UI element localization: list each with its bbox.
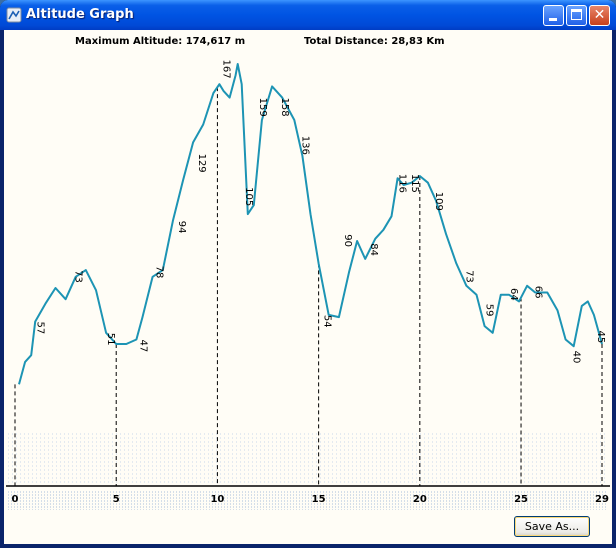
altitude-data-label: 115 — [409, 174, 420, 193]
altitude-data-label: 94 — [176, 221, 187, 234]
altitude-data-label: 84 — [368, 243, 379, 256]
altitude-chart: 0 5 10 15 20 25 29 57 73 51 47 78 94 129 167 105 159 158 1… — [6, 59, 610, 510]
x-tick-label: 10 — [210, 494, 224, 505]
altitude-data-label: 59 — [484, 304, 495, 317]
close-button[interactable]: ✕ — [589, 5, 610, 26]
graph-panel: Maximum Altitude: 174,617 m Total Distan… — [4, 30, 612, 544]
altitude-data-label: 105 — [243, 187, 254, 206]
x-tick-label: 20 — [413, 494, 427, 505]
title-bar[interactable]: Altitude Graph ✕ — [0, 0, 616, 30]
altitude-data-label: 47 — [137, 339, 148, 352]
minimize-button[interactable] — [543, 5, 564, 26]
altitude-data-label: 66 — [532, 286, 543, 299]
close-icon: ✕ — [593, 7, 606, 23]
altitude-data-label: 45 — [595, 331, 606, 344]
altitude-data-label: 78 — [154, 266, 165, 279]
altitude-data-label: 109 — [433, 192, 444, 211]
x-tick-label: 25 — [514, 494, 528, 505]
altitude-data-label: 90 — [342, 234, 353, 247]
app-icon — [6, 7, 22, 23]
altitude-data-label: 73 — [73, 270, 84, 283]
altitude-data-label: 57 — [34, 322, 45, 335]
maximize-button[interactable] — [566, 5, 587, 26]
x-tick-label: 29 — [595, 494, 609, 505]
altitude-data-label: 158 — [279, 98, 290, 117]
altitude-data-label: 73 — [463, 270, 474, 283]
altitude-data-label: 54 — [322, 315, 333, 328]
x-tick-label: 0 — [12, 494, 19, 505]
x-tick-label: 15 — [312, 494, 326, 505]
save-as-button[interactable]: Save As... — [514, 516, 590, 537]
altitude-data-label: 116 — [397, 174, 408, 193]
altitude-graph-window: Altitude Graph ✕ Maximum Altitude: 174,6… — [0, 0, 616, 548]
minimize-icon — [549, 18, 557, 21]
maximize-icon — [571, 9, 582, 20]
altitude-data-label: 40 — [571, 351, 582, 364]
altitude-data-label: 159 — [257, 98, 268, 117]
window-title: Altitude Graph — [26, 7, 134, 22]
x-tick-label: 5 — [113, 494, 120, 505]
altitude-data-label: 167 — [220, 59, 231, 78]
altitude-data-label: 64 — [508, 288, 519, 301]
altitude-data-label: 136 — [299, 136, 310, 155]
altitude-data-label: 129 — [196, 154, 207, 173]
altitude-data-label: 51 — [105, 333, 116, 346]
